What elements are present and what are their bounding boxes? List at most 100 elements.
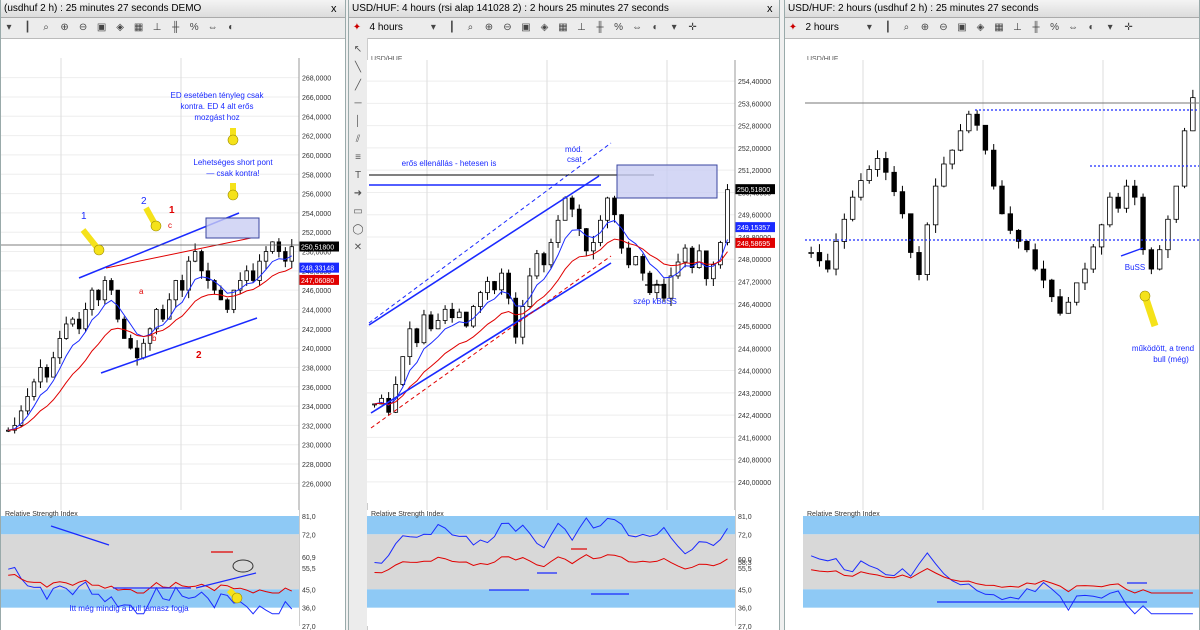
candle-body <box>941 163 947 187</box>
close-icon[interactable]: x <box>767 1 773 18</box>
bar-chart-icon[interactable]: ┃ <box>22 22 34 34</box>
pin-icon[interactable]: ✦ <box>787 22 799 34</box>
candle-body <box>583 228 589 252</box>
wave-label: a <box>139 287 144 296</box>
chevron-down-icon[interactable]: ▾ <box>1104 22 1116 34</box>
close-icon[interactable]: x <box>331 1 337 18</box>
pin-icon[interactable]: ✦ <box>351 22 363 34</box>
candle-body <box>109 280 114 291</box>
candle-body <box>25 396 30 412</box>
candle-body <box>1181 130 1188 187</box>
price-axis-label: 241,60000 <box>738 435 771 442</box>
zoom-out-icon[interactable]: ⊖ <box>937 22 949 34</box>
scale-icon[interactable]: ⇔ <box>1067 22 1079 34</box>
bars-icon[interactable]: ╫ <box>170 22 182 34</box>
candle-body <box>1123 185 1130 209</box>
zoom-out-icon[interactable]: ⊖ <box>77 22 89 34</box>
zoom-icon[interactable]: ⌕ <box>900 22 912 34</box>
lock-icon[interactable]: ▣ <box>96 22 108 34</box>
chevron-down-icon[interactable]: ▾ <box>3 22 15 34</box>
price-axis-label: 232,0000 <box>302 423 331 430</box>
candle-body <box>891 171 897 193</box>
candle-body <box>1032 249 1038 270</box>
price-axis-label: 254,0000 <box>302 211 331 218</box>
lock-icon[interactable]: ▣ <box>956 22 968 34</box>
rsi-axis-label: 27,0 <box>738 624 752 630</box>
timeframe-select[interactable]: 4 hours <box>370 18 403 38</box>
pointer-icon[interactable]: ◐ <box>650 22 662 34</box>
candle-body <box>696 250 702 268</box>
rsi-oversold-band <box>367 589 735 608</box>
chevron-down-icon[interactable]: ▾ <box>427 22 439 34</box>
candle-body <box>31 381 37 397</box>
zoom-icon[interactable]: ⌕ <box>464 22 476 34</box>
candle-body <box>1132 185 1138 198</box>
pointer-icon[interactable]: ◐ <box>225 22 237 34</box>
crosshair-icon[interactable]: ✛ <box>687 22 699 34</box>
price-axis-label: 248,00000 <box>738 257 771 264</box>
candle-body <box>874 158 881 170</box>
zoom-out-icon[interactable]: ⊖ <box>501 22 513 34</box>
zoom-icon[interactable]: ⌕ <box>40 22 52 34</box>
candle-body <box>534 253 540 277</box>
tree-icon[interactable]: ⊥ <box>1012 22 1024 34</box>
bar-chart-icon[interactable]: ┃ <box>446 22 458 34</box>
grid-icon[interactable]: ▦ <box>133 22 145 34</box>
tree-icon[interactable]: ⊥ <box>576 22 588 34</box>
scale-icon[interactable]: ⇔ <box>207 22 219 34</box>
price-axis-label: 246,0000 <box>302 288 331 295</box>
price-axis-label: 234,0000 <box>302 404 331 411</box>
candle-body <box>122 318 127 339</box>
lock-icon[interactable]: ▣ <box>520 22 532 34</box>
candle-body <box>816 252 823 262</box>
rsi-title: Relative Strength Index <box>371 511 444 518</box>
grid-icon[interactable]: ▦ <box>993 22 1005 34</box>
indicator-icon[interactable]: ◈ <box>538 22 550 34</box>
candle-body <box>612 197 617 216</box>
candle-body <box>1115 196 1121 209</box>
candle-body <box>949 149 955 165</box>
price-axis-label: 252,00000 <box>738 146 771 153</box>
annotation-text: mozgást hoz <box>194 113 239 122</box>
rsi-neutral-band <box>1 534 299 590</box>
candle-body <box>173 280 178 301</box>
annotation-text: bull (még) <box>1153 355 1189 364</box>
rsi-axis-label: 55,5 <box>302 566 316 573</box>
pointer-icon[interactable]: ◐ <box>1086 22 1098 34</box>
annotation-text: működött, a trend <box>1132 344 1194 353</box>
annotation-text: Lehetséges short pont <box>193 158 273 167</box>
candle-body <box>883 158 889 173</box>
candle-body <box>1057 296 1063 314</box>
timeframe-select[interactable]: 2 hours <box>806 18 839 38</box>
candle-body <box>64 323 69 339</box>
chevron-down-icon[interactable]: ▾ <box>863 22 875 34</box>
candle-body <box>982 124 989 151</box>
candle-body <box>825 260 831 270</box>
percent-icon[interactable]: % <box>1049 22 1061 34</box>
tree-icon[interactable]: ⊥ <box>151 22 163 34</box>
arrow-head <box>227 189 239 201</box>
bar-chart-icon[interactable]: ┃ <box>882 22 894 34</box>
indicator-icon[interactable]: ◈ <box>114 22 126 34</box>
crosshair-icon[interactable]: ✛ <box>1123 22 1135 34</box>
candle-body <box>1165 218 1171 251</box>
candle-body <box>83 309 88 330</box>
bars-icon[interactable]: ╫ <box>1030 22 1042 34</box>
bars-icon[interactable]: ╫ <box>594 22 606 34</box>
candle-body <box>231 289 236 310</box>
price-axis-label: 242,0000 <box>302 327 331 334</box>
percent-icon[interactable]: % <box>188 22 200 34</box>
rsi-overbought-band <box>367 516 735 535</box>
grid-icon[interactable]: ▦ <box>557 22 569 34</box>
candle-body <box>289 246 294 262</box>
candle-body <box>414 328 420 344</box>
indicator-icon[interactable]: ◈ <box>974 22 986 34</box>
price-axis-label: 236,0000 <box>302 385 331 392</box>
zoom-in-icon[interactable]: ⊕ <box>919 22 931 34</box>
price-axis-label: 264,0000 <box>302 114 331 121</box>
chevron-down-icon[interactable]: ▾ <box>668 22 680 34</box>
zoom-in-icon[interactable]: ⊕ <box>483 22 495 34</box>
zoom-in-icon[interactable]: ⊕ <box>59 22 71 34</box>
percent-icon[interactable]: % <box>613 22 625 34</box>
scale-icon[interactable]: ⇔ <box>631 22 643 34</box>
